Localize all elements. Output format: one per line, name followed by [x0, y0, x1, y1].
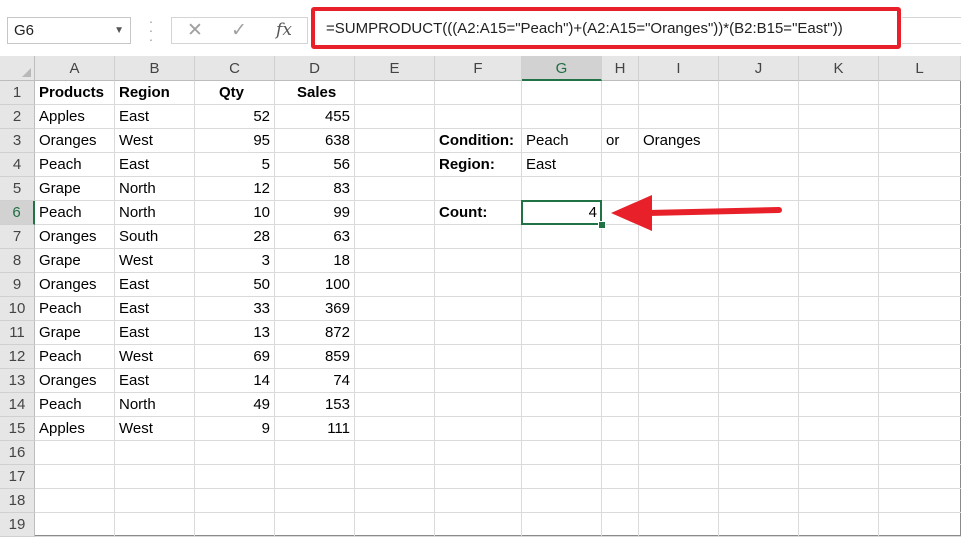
annotation-arrow [611, 195, 782, 231]
